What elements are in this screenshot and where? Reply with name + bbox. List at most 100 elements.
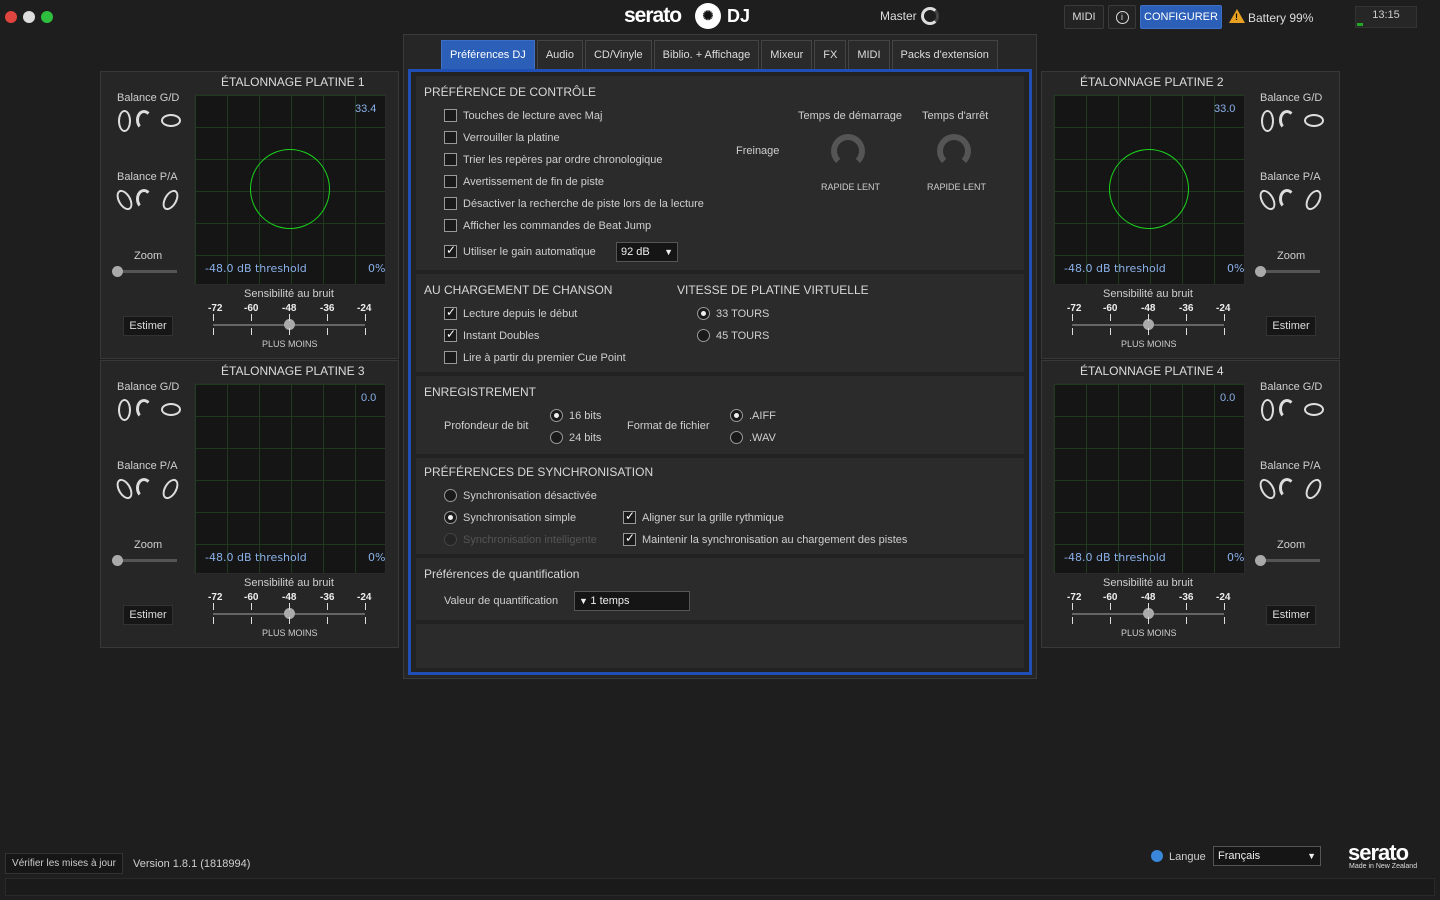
radio-45-tours[interactable] (697, 329, 710, 342)
balance-gd-left-icon (118, 110, 131, 132)
version-label: Version 1.8.1 (1818994) (133, 858, 251, 870)
zoom-slider[interactable] (1260, 270, 1320, 273)
balance-gd-knob[interactable] (136, 399, 152, 419)
balance-pa-label: Balance P/A (1260, 460, 1321, 472)
midi-button[interactable]: MIDI (1064, 5, 1104, 29)
tab-mixeur[interactable]: Mixeur (761, 40, 813, 69)
cb-lecture-debut[interactable] (444, 305, 457, 320)
cb-trier-reperes[interactable] (444, 153, 457, 166)
quantif-value: 1 temps (590, 595, 630, 607)
zoom-slider-handle[interactable] (112, 266, 123, 277)
zoom-slider[interactable] (117, 559, 177, 562)
cb-instant-doubles[interactable] (444, 327, 457, 342)
estimer-button[interactable]: Estimer (1266, 316, 1316, 336)
radio-16-bits[interactable] (550, 409, 563, 422)
info-icon: i (1115, 11, 1129, 24)
master-label: Master (880, 9, 917, 23)
radio-wav[interactable] (730, 431, 743, 444)
label-45-tours: 45 TOURS (716, 330, 770, 342)
tab-audio[interactable]: Audio (536, 40, 583, 69)
minimize-window-button[interactable] (23, 11, 35, 23)
label-24-bits: 24 bits (569, 432, 602, 444)
label-sync-smart: Synchronisation intelligente (463, 534, 597, 546)
tick-label: -36 (1179, 303, 1194, 314)
balance-gd-right-icon (1304, 114, 1324, 127)
balance-gd-knob[interactable] (136, 110, 152, 130)
cpu-meter (1357, 23, 1363, 26)
tab-preferences-dj[interactable]: Préférences DJ (441, 40, 535, 69)
platine-2-percent: 0% (1227, 262, 1245, 275)
plus-moins-label: PLUS MOINS (1121, 339, 1177, 349)
balance-pa-knob[interactable] (1279, 189, 1295, 209)
master-volume-knob[interactable] (921, 7, 939, 25)
quantif-heading: Préférences de quantification (424, 567, 580, 581)
cb-touches-lecture[interactable] (444, 109, 457, 122)
balance-pa-knob[interactable] (136, 478, 152, 498)
quantif-label: Valeur de quantification (444, 595, 559, 607)
tick-label: -48 (1141, 592, 1156, 603)
platine-1-title: ÉTALONNAGE PLATINE 1 (221, 75, 365, 89)
stop-time-label: Temps d'arrêt (922, 110, 989, 122)
radio-sync-simple[interactable] (444, 511, 457, 524)
radio-aiff[interactable] (730, 409, 743, 422)
label-lecture-debut: Lecture depuis le début (463, 308, 578, 320)
zoom-slider[interactable] (117, 270, 177, 273)
start-time-knob[interactable] (831, 134, 865, 168)
format-label: Format de fichier (627, 420, 710, 432)
estimer-button[interactable]: Estimer (1266, 605, 1316, 625)
estimer-button[interactable]: Estimer (123, 316, 173, 336)
tab-packs-extension[interactable]: Packs d'extension (891, 40, 998, 69)
enregistrement-heading: ENREGISTREMENT (424, 385, 537, 399)
radio-sync-smart[interactable] (444, 533, 457, 546)
info-button[interactable]: i (1108, 5, 1136, 29)
balance-gd-knob[interactable] (1279, 110, 1295, 130)
gain-select[interactable]: 92 dB ▼ (616, 242, 678, 262)
platine-4-title: ÉTALONNAGE PLATINE 4 (1080, 364, 1224, 378)
tab-midi[interactable]: MIDI (848, 40, 890, 69)
zoom-slider[interactable] (1260, 559, 1320, 562)
check-updates-button[interactable]: Vérifier les mises à jour (5, 853, 123, 874)
estimer-button[interactable]: Estimer (123, 605, 173, 625)
quantif-select[interactable]: ▼ 1 temps (574, 591, 690, 611)
globe-icon (1151, 850, 1163, 862)
langue-label: Langue (1169, 851, 1206, 863)
radio-33-tours[interactable] (697, 307, 710, 320)
cb-maintenir-sync[interactable] (623, 531, 636, 546)
balance-pa-label: Balance P/A (117, 460, 178, 472)
platine-1-percent: 0% (368, 262, 386, 275)
tick-label: -24 (1216, 592, 1231, 603)
cb-gain-auto[interactable] (444, 243, 457, 258)
tick-label: -48 (1141, 303, 1156, 314)
platine-2-threshold: -48.0 dB threshold (1064, 262, 1166, 275)
configure-button[interactable]: CONFIGURER (1140, 5, 1222, 29)
platine-4-scope (1053, 383, 1245, 574)
tick-label: -60 (1103, 303, 1118, 314)
cb-avertissement[interactable] (444, 175, 457, 188)
cb-verrouiller[interactable] (444, 131, 457, 144)
stop-time-knob[interactable] (937, 134, 971, 168)
zoom-slider-handle[interactable] (1255, 266, 1266, 277)
balance-pa-knob[interactable] (136, 189, 152, 209)
balance-pa-knob[interactable] (1279, 478, 1295, 498)
tab-fx[interactable]: FX (814, 40, 847, 69)
balance-gd-right-icon (1304, 403, 1324, 416)
cb-premier-cue[interactable] (444, 351, 457, 364)
cb-beat-jump[interactable] (444, 219, 457, 232)
cb-desactiver-recherche[interactable] (444, 197, 457, 210)
radio-sync-off[interactable] (444, 489, 457, 502)
maximize-window-button[interactable] (41, 11, 53, 23)
langue-select[interactable]: Français ▼ (1213, 846, 1321, 866)
platine-4-threshold: -48.0 dB threshold (1064, 551, 1166, 564)
controle-heading: PRÉFÉRENCE DE CONTRÔLE (424, 85, 597, 99)
tick-label: -24 (357, 303, 372, 314)
zoom-slider-handle[interactable] (112, 555, 123, 566)
radio-24-bits[interactable] (550, 431, 563, 444)
tab-biblio-affichage[interactable]: Biblio. + Affichage (653, 40, 760, 69)
tab-cd-vinyle[interactable]: CD/Vinyle (584, 40, 652, 69)
zoom-slider-handle[interactable] (1255, 555, 1266, 566)
cb-aligner-grille[interactable] (623, 509, 636, 524)
close-window-button[interactable] (5, 11, 17, 23)
balance-gd-left-icon (1261, 110, 1274, 132)
balance-gd-right-icon (161, 403, 181, 416)
balance-gd-knob[interactable] (1279, 399, 1295, 419)
